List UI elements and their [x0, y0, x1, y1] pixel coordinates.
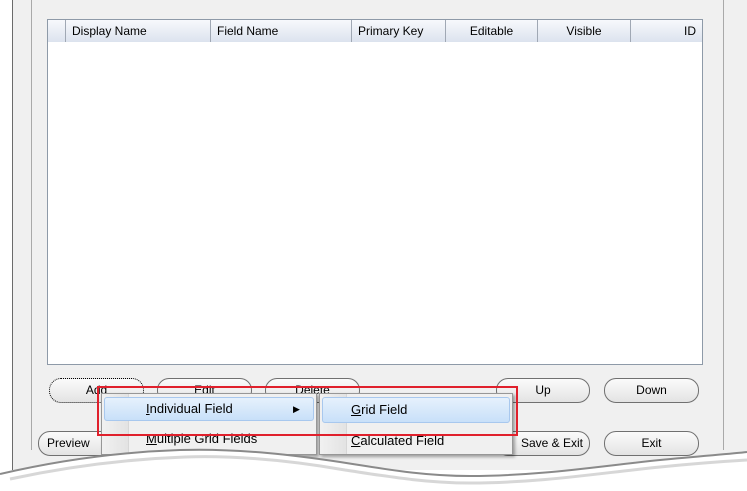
row-selector-header[interactable] — [48, 20, 66, 42]
down-button[interactable]: Down — [604, 378, 699, 403]
submenu-arrow-icon: ▶ — [293, 404, 300, 414]
menu-item-label: ndividual Field — [149, 401, 233, 416]
column-header-id[interactable]: ID — [631, 20, 702, 42]
column-header-visible[interactable]: Visible — [538, 20, 631, 42]
fields-grid[interactable]: Display Name Field Name Primary Key Edit… — [47, 19, 703, 365]
column-header-editable[interactable]: Editable — [446, 20, 538, 42]
menu-item-label: rid Field — [361, 402, 408, 417]
column-header-field-name[interactable]: Field Name — [211, 20, 352, 42]
access-key: G — [351, 402, 362, 417]
torn-edge-decoration — [0, 448, 747, 491]
menu-item-individual-field[interactable]: Individual Field — [146, 398, 233, 420]
menu-item-grid-field[interactable]: Grid Field — [351, 399, 407, 421]
column-header-display-name[interactable]: Display Name — [66, 20, 211, 42]
column-header-primary-key[interactable]: Primary Key — [352, 20, 446, 42]
